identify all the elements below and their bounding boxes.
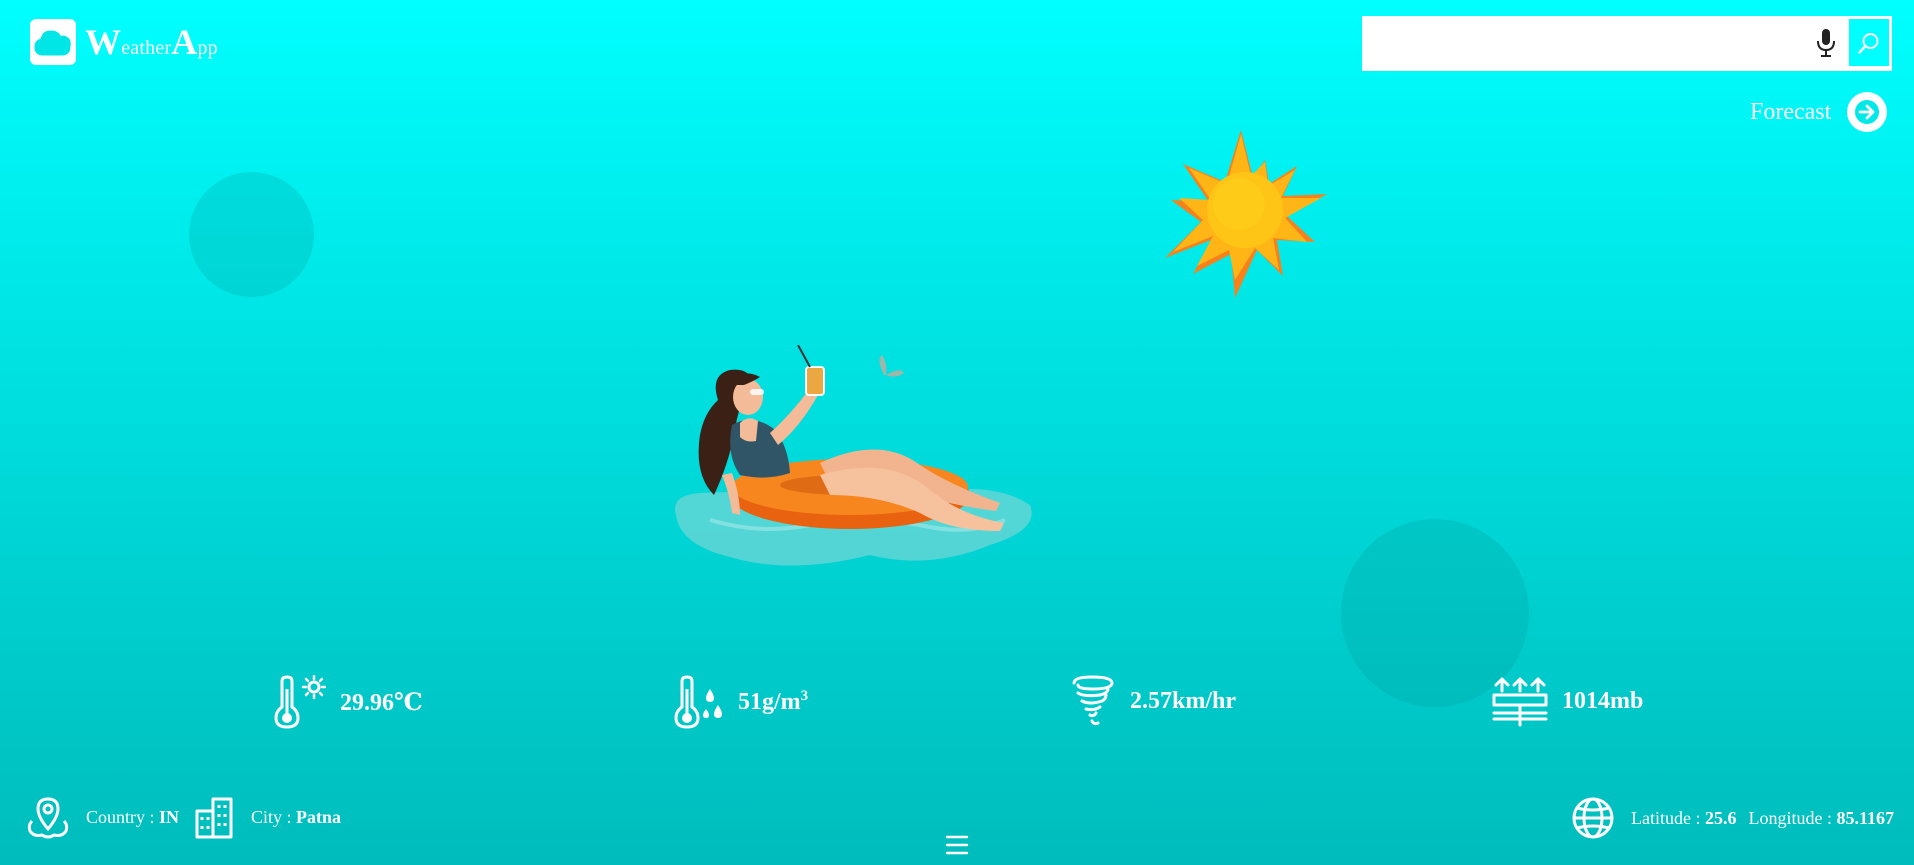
coordinates-info: Latitude : 25.6 Longitude : 85.1167 bbox=[1571, 796, 1894, 840]
longitude-value: 85.1167 bbox=[1836, 807, 1894, 828]
pressure-icon bbox=[1492, 677, 1548, 727]
temperature-value: 29.96℃ bbox=[340, 690, 423, 716]
country-label: Country : bbox=[86, 806, 160, 827]
logo-text-eather: eather bbox=[121, 37, 172, 59]
decorative-circle bbox=[189, 172, 314, 297]
map-pin-icon bbox=[27, 797, 69, 839]
longitude-info: Longitude : 85.1167 bbox=[1748, 808, 1894, 829]
humidity-value-text: 51g/m bbox=[738, 689, 801, 715]
humidity-metric: 51g/m3 bbox=[672, 675, 808, 729]
arrow-right-icon[interactable] bbox=[1847, 92, 1888, 132]
buildings-icon bbox=[195, 797, 233, 839]
humidity-unit-exponent: 3 bbox=[800, 688, 809, 704]
humidity-value: 51g/m3 bbox=[738, 688, 808, 716]
thermometer-drops-icon bbox=[674, 675, 722, 729]
country-value: IN bbox=[159, 806, 180, 827]
search-bar bbox=[1362, 16, 1892, 71]
city-info: City : Patna bbox=[251, 807, 341, 828]
wind-value: 2.57km/hr bbox=[1130, 687, 1237, 714]
pressure-metric: 1014mb bbox=[1492, 675, 1643, 727]
woman-on-float-illustration bbox=[675, 345, 1032, 566]
microphone-icon[interactable] bbox=[1813, 28, 1839, 58]
logo-letter-a: A bbox=[171, 22, 198, 62]
thermometer-sun-icon bbox=[274, 675, 326, 729]
forecast-label: Forecast bbox=[1750, 98, 1832, 125]
wind-metric: 2.57km/hr bbox=[1070, 675, 1236, 727]
search-icon bbox=[1858, 32, 1879, 54]
forecast-link[interactable]: Forecast bbox=[1750, 92, 1888, 132]
logo-text-pp: pp bbox=[197, 37, 218, 59]
globe-icon bbox=[1572, 797, 1614, 839]
latitude-value: 25.6 bbox=[1704, 807, 1737, 828]
app-title: WeatherApp bbox=[85, 21, 218, 63]
pressure-value: 1014mb bbox=[1562, 687, 1644, 714]
temperature-metric: 29.96℃ bbox=[272, 675, 423, 729]
country-info: Country : IN bbox=[86, 807, 179, 828]
cloud-icon bbox=[30, 19, 76, 65]
latitude-label: Latitude : bbox=[1631, 807, 1705, 828]
longitude-label: Longitude : bbox=[1748, 807, 1837, 828]
logo-letter-w: W bbox=[85, 22, 122, 62]
location-info: Country : IN City : Patna bbox=[26, 795, 357, 839]
sun-illustration bbox=[1165, 130, 1327, 298]
tornado-icon bbox=[1072, 675, 1114, 726]
latitude-info: Latitude : 25.6 bbox=[1631, 808, 1736, 829]
search-button[interactable] bbox=[1847, 17, 1891, 68]
menu-icon[interactable] bbox=[945, 830, 969, 860]
search-input[interactable] bbox=[1363, 17, 1847, 68]
app-logo[interactable]: WeatherApp bbox=[30, 19, 218, 65]
city-value: Patna bbox=[296, 806, 342, 827]
city-label: City : bbox=[251, 806, 297, 827]
